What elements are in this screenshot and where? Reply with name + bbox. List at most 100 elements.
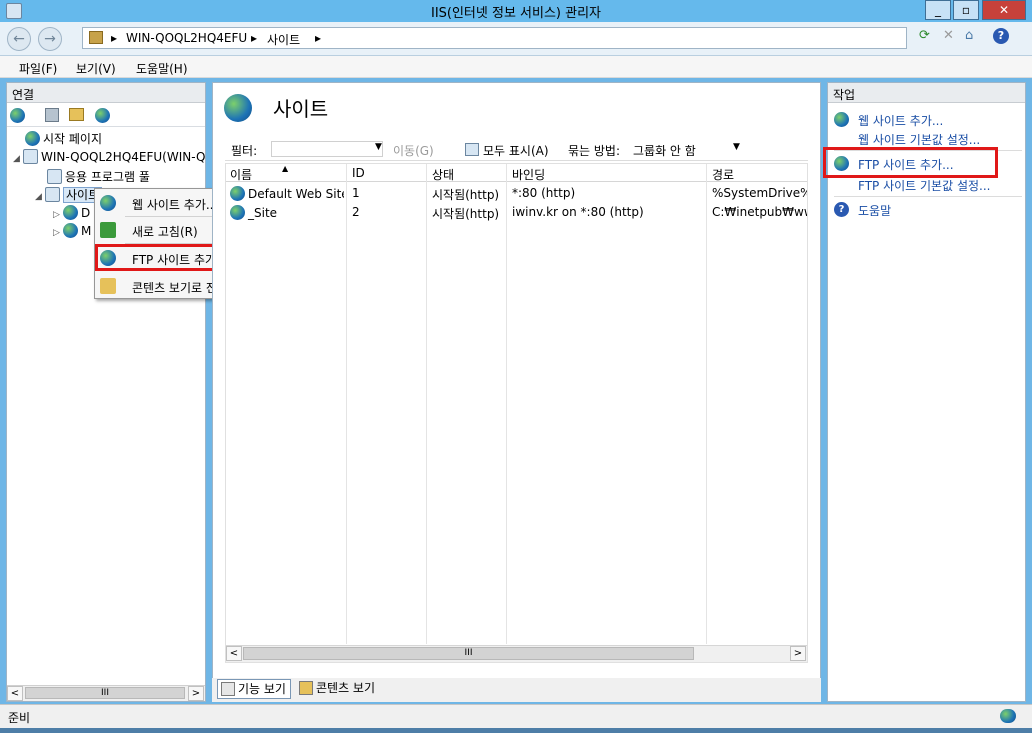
add-website-icon xyxy=(100,195,116,211)
save-icon[interactable] xyxy=(45,108,59,122)
title-bar: IIS(인터넷 정보 서비스) 관리자 _ ▫ ✕ xyxy=(0,0,1032,22)
content-view-icon xyxy=(299,681,313,695)
collapse-icon[interactable]: ◢ xyxy=(13,154,23,164)
home-icon[interactable]: ⌂ xyxy=(965,28,973,43)
menu-help[interactable]: 도움말(H) xyxy=(136,60,188,77)
tree-node-server[interactable]: ◢ WIN-QOQL2HQ4EFU(WIN-Q xyxy=(13,149,205,164)
action-help[interactable]: 도움말 xyxy=(858,202,891,219)
server-icon xyxy=(23,149,38,164)
menu-bar: 파일(F) 보기(V) 도움말(H) xyxy=(0,56,1032,78)
refresh-icon[interactable]: ⟳ xyxy=(919,28,930,43)
action-website-defaults[interactable]: 웹 사이트 기본값 설정... xyxy=(858,131,980,148)
column-divider xyxy=(706,164,707,644)
filter-label: 필터: xyxy=(231,144,258,158)
col-header-id[interactable]: ID xyxy=(352,166,365,180)
address-box[interactable]: ▸ WIN-QOQL2HQ4EFU ▸ 사이트 ▸ xyxy=(82,27,907,49)
forward-button[interactable]: → xyxy=(38,27,62,51)
cell-id: 2 xyxy=(352,205,360,219)
sites-pane: 사이트 필터: ▼ 이동(G) 모두 표시(A) 묶는 방법: 그룹화 안 함 … xyxy=(212,82,821,702)
view-tabs: 기능 보기 콘텐츠 보기 xyxy=(212,678,821,702)
cell-binding: iwinv.kr on *:80 (http) xyxy=(512,205,644,219)
breadcrumb-separator-icon[interactable]: ▸ xyxy=(111,31,117,45)
refresh-icon xyxy=(100,222,116,238)
app-pool-icon xyxy=(47,169,62,184)
stop-icon[interactable]: ✕ xyxy=(943,28,954,43)
folder-up-icon[interactable] xyxy=(69,108,84,121)
breadcrumb-separator-icon[interactable]: ▸ xyxy=(251,31,257,45)
cell-name: _Site xyxy=(230,205,344,220)
col-header-path[interactable]: 경로 xyxy=(712,166,734,183)
table-row[interactable]: Default Web Site 1 시작됨(http) *:80 (http)… xyxy=(226,184,807,203)
scroll-left-button[interactable]: < xyxy=(226,646,242,661)
cell-id: 1 xyxy=(352,186,360,200)
connection-status-icon xyxy=(1000,709,1016,723)
breadcrumb-server[interactable]: WIN-QOQL2HQ4EFU xyxy=(126,31,247,45)
action-ftp-defaults[interactable]: FTP 사이트 기본값 설정... xyxy=(858,177,990,194)
features-view-icon xyxy=(221,682,235,696)
connections-scrollbar[interactable]: < III > xyxy=(7,685,205,701)
column-divider xyxy=(346,164,347,644)
filter-input[interactable] xyxy=(271,141,383,157)
breadcrumb-sites[interactable]: 사이트 xyxy=(267,31,300,48)
sites-globe-icon xyxy=(224,94,252,122)
site-globe-icon xyxy=(63,205,78,220)
collapse-icon[interactable]: ◢ xyxy=(35,192,45,202)
table-row[interactable]: _Site 2 시작됨(http) iwinv.kr on *:80 (http… xyxy=(226,203,807,222)
tree-node-sites[interactable]: ◢ 사이트 xyxy=(35,186,103,203)
sites-grid: 이름 ▲ ID 상태 바인딩 경로 Default Web Site 1 시작됨… xyxy=(225,163,808,663)
connections-header: 연결 xyxy=(7,83,205,103)
cell-binding: *:80 (http) xyxy=(512,186,576,200)
tree-node-app-pools[interactable]: 응용 프로그램 풀 xyxy=(47,168,150,185)
maximize-button[interactable]: ▫ xyxy=(953,0,979,20)
home-folder-icon xyxy=(89,31,103,44)
connect-globe-icon[interactable] xyxy=(10,108,25,123)
disconnect-icon[interactable] xyxy=(95,108,110,123)
group-dropdown-icon[interactable]: ▼ xyxy=(733,142,740,152)
site-globe-icon xyxy=(230,186,245,201)
site-globe-icon xyxy=(63,223,78,238)
menu-view[interactable]: 보기(V) xyxy=(76,60,116,77)
scroll-thumb[interactable]: III xyxy=(243,647,694,660)
actions-divider xyxy=(834,196,1022,197)
back-button[interactable]: ← xyxy=(7,27,31,51)
filter-dropdown-icon[interactable]: ▼ xyxy=(375,142,382,152)
cell-path: C:₩inetpub₩www xyxy=(712,205,807,219)
taskbar-strip xyxy=(0,728,1032,733)
minimize-button[interactable]: _ xyxy=(925,0,951,20)
close-button[interactable]: ✕ xyxy=(982,0,1026,20)
actions-pane: 작업 웹 사이트 추가... 웹 사이트 기본값 설정... FTP 사이트 추… xyxy=(823,82,1026,702)
connections-pane: 연결 시작 페이지 ◢ WIN-QOQL2HQ4EFU(WIN-Q 응용 프로그램… xyxy=(6,82,206,702)
group-by-label: 묶는 방법: xyxy=(568,144,621,158)
col-header-status[interactable]: 상태 xyxy=(432,166,454,183)
site-globe-icon xyxy=(230,205,245,220)
breadcrumb-separator-icon[interactable]: ▸ xyxy=(315,31,321,45)
tree-node-site-m[interactable]: ▷ M xyxy=(53,223,91,238)
col-header-name[interactable]: 이름 xyxy=(230,166,252,183)
cell-status: 시작됨(http) xyxy=(432,188,500,202)
scroll-thumb[interactable]: III xyxy=(25,687,185,699)
menu-file[interactable]: 파일(F) xyxy=(19,60,57,77)
group-by-select[interactable]: 그룹화 안 함 xyxy=(633,142,696,159)
status-text: 준비 xyxy=(8,711,31,725)
tree-node-start-page[interactable]: 시작 페이지 xyxy=(25,130,102,147)
connections-toolbar xyxy=(7,105,205,127)
add-website-icon xyxy=(834,112,849,127)
expand-icon[interactable]: ▷ xyxy=(53,228,63,238)
expand-icon[interactable]: ▷ xyxy=(53,210,63,220)
scroll-left-button[interactable]: < xyxy=(7,686,23,701)
tab-content-view[interactable]: 콘텐츠 보기 xyxy=(296,679,379,699)
tree-node-site-d[interactable]: ▷ D xyxy=(53,205,90,220)
address-bar-row: ← → ▸ WIN-QOQL2HQ4EFU ▸ 사이트 ▸ ⟳ ✕ ⌂ ? xyxy=(0,22,1032,56)
go-button[interactable]: 이동(G) xyxy=(393,142,434,159)
scroll-right-button[interactable]: > xyxy=(188,686,204,701)
grid-scrollbar[interactable]: < III > xyxy=(226,645,807,662)
scroll-right-button[interactable]: > xyxy=(790,646,806,661)
tab-features-view[interactable]: 기능 보기 xyxy=(217,679,291,699)
help-icon[interactable]: ? xyxy=(993,28,1009,44)
ftp-highlight-box xyxy=(823,147,998,178)
cell-name: Default Web Site xyxy=(230,186,344,201)
action-add-website[interactable]: 웹 사이트 추가... xyxy=(858,112,943,129)
actions-header: 작업 xyxy=(828,83,1025,103)
col-header-binding[interactable]: 바인딩 xyxy=(512,166,545,183)
show-all-button[interactable]: 모두 표시(A) xyxy=(483,142,549,159)
